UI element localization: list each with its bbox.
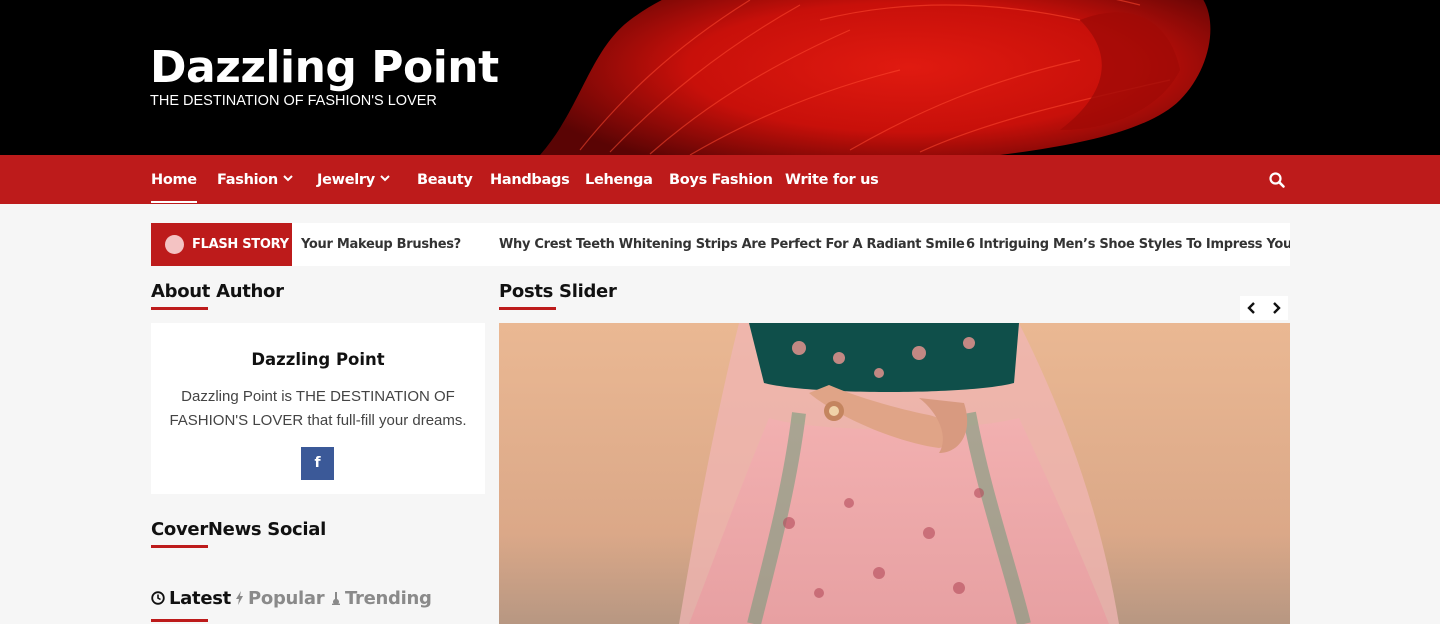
flash-story-ticker: FLASH STORY Your Makeup Brushes? Why Cre… <box>151 223 1290 266</box>
site-title[interactable]: Dazzling Point <box>150 42 499 94</box>
site-branding: Dazzling Point THE DESTINATION OF FASHIO… <box>150 42 499 109</box>
ticker-item[interactable]: Why Crest Teeth Whitening Strips Are Per… <box>499 223 965 266</box>
chevron-right-icon <box>1273 302 1281 314</box>
slider-next-button[interactable] <box>1264 296 1288 320</box>
tab-trending[interactable]: Trending <box>331 587 432 611</box>
ticker-item[interactable]: 6 Intriguing Men’s Shoe Styles To Impres… <box>966 223 1290 266</box>
nav-item-boys-fashion[interactable]: Boys Fashion <box>669 155 773 204</box>
pulse-dot-icon <box>165 235 184 254</box>
chevron-down-icon <box>380 175 390 182</box>
heading-underline <box>499 307 556 310</box>
bolt-icon <box>236 590 243 605</box>
facebook-icon[interactable]: f <box>301 447 334 480</box>
tab-popular[interactable]: Popular <box>235 587 325 611</box>
nav-item-lehenga[interactable]: Lehenga <box>585 155 653 204</box>
red-fish-fin-banner-image <box>540 0 1211 155</box>
nav-item-label: Handbags <box>490 172 570 188</box>
search-icon[interactable] <box>1268 171 1286 189</box>
flash-story-label: FLASH STORY <box>151 223 292 266</box>
nav-item-label: Lehenga <box>585 172 653 188</box>
tab-label: Trending <box>345 588 432 609</box>
nav-item-label: Boys Fashion <box>669 172 773 188</box>
author-bio: Dazzling Point is THE DESTINATION OF FAS… <box>169 388 467 429</box>
nav-item-home[interactable]: Home <box>151 155 197 204</box>
nav-item-write-for-us[interactable]: Write for us <box>785 155 879 204</box>
nav-item-label: Write for us <box>785 172 879 188</box>
tab-label: Latest <box>169 588 231 609</box>
site-tagline: THE DESTINATION OF FASHION'S LOVER <box>150 93 437 109</box>
author-card: Dazzling Point Dazzling Point is THE DES… <box>151 323 485 494</box>
slider-featured-image[interactable] <box>499 323 1290 624</box>
chevron-left-icon <box>1247 302 1255 314</box>
flash-story-label-text: FLASH STORY <box>192 237 289 252</box>
nav-item-handbags[interactable]: Handbags <box>490 155 570 204</box>
heading-underline <box>151 307 208 310</box>
author-name: Dazzling Point <box>251 350 385 369</box>
nav-item-label: Jewelry <box>317 172 375 188</box>
nav-item-label: Beauty <box>417 172 473 188</box>
covernews-social-heading: CoverNews Social <box>151 519 326 540</box>
chevron-down-icon <box>283 175 293 182</box>
ticker-item[interactable]: Your Makeup Brushes? <box>301 223 461 266</box>
nav-item-jewelry[interactable]: Jewelry <box>317 155 390 204</box>
facebook-glyph: f <box>314 455 321 471</box>
tab-active-underline <box>151 619 208 622</box>
thermometer-icon <box>332 591 340 605</box>
tab-label: Popular <box>248 588 325 609</box>
main-navigation: Home Fashion Jewelry Beauty Handbags Leh… <box>0 155 1440 204</box>
lehenga-photo <box>499 323 1290 624</box>
nav-item-label: Fashion <box>217 172 278 188</box>
about-author-heading: About Author <box>151 281 284 302</box>
posts-slider-heading: Posts Slider <box>499 281 617 302</box>
nav-item-fashion[interactable]: Fashion <box>217 155 293 204</box>
nav-item-label: Home <box>151 172 197 188</box>
slider-prev-button[interactable] <box>1240 296 1264 320</box>
tab-latest[interactable]: Latest <box>151 587 231 611</box>
site-header: Dazzling Point THE DESTINATION OF FASHIO… <box>0 0 1440 155</box>
clock-icon <box>151 590 165 605</box>
heading-underline <box>151 545 208 548</box>
nav-item-beauty[interactable]: Beauty <box>417 155 473 204</box>
